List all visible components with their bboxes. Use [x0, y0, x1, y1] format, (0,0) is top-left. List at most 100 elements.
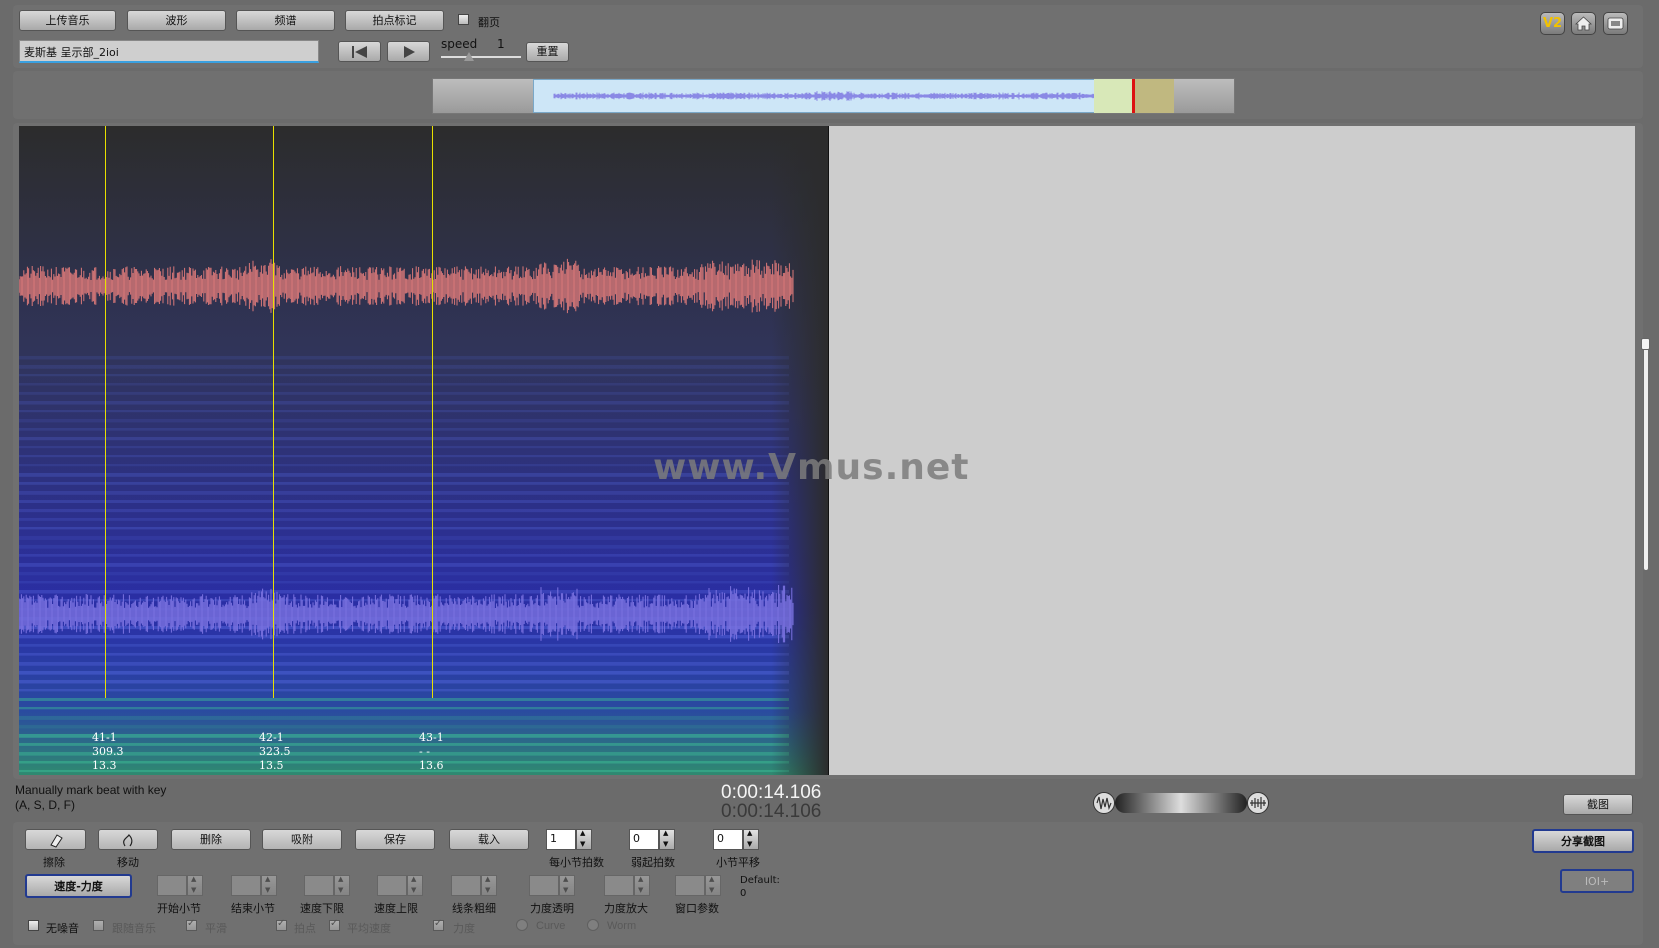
move-button[interactable] [98, 829, 158, 850]
end-bar-arrows[interactable] [261, 875, 277, 896]
beat-line[interactable] [273, 126, 274, 698]
speed-max-label: 速度上限 [374, 902, 418, 915]
hint-line-1: Manually mark beat with key [15, 783, 167, 797]
avg-speed-label: 平均速度 [347, 922, 391, 935]
beat-label: 42-1 323.5 13.5 [259, 731, 291, 773]
default-label: Default: [740, 875, 780, 886]
line-thickness-value[interactable] [451, 875, 481, 896]
speed-value: 1 [497, 37, 505, 51]
speed-min-arrows[interactable] [334, 875, 350, 896]
eraser-icon [49, 834, 63, 848]
start-bar-arrows[interactable] [187, 875, 203, 896]
beat-checkbox[interactable] [276, 918, 287, 931]
home-icon[interactable] [1571, 12, 1596, 35]
end-bar-value[interactable] [231, 875, 261, 896]
zoom-in-icon[interactable] [1247, 792, 1269, 814]
beat-bar-index: 43-1 [419, 731, 444, 744]
overview-waveform [553, 91, 1171, 101]
force-zoom-value[interactable] [604, 875, 634, 896]
line-thickness-arrows[interactable] [481, 875, 497, 896]
watermark: www.Vmus.net [653, 447, 970, 488]
bar-shift-label: 小节平移 [716, 856, 760, 869]
speed-min-value[interactable] [304, 875, 334, 896]
waveform-button[interactable]: 波形 [127, 10, 226, 31]
page-turn-checkbox[interactable] [458, 14, 469, 25]
speed-slider-track [441, 56, 521, 58]
overview-selection[interactable] [533, 79, 1174, 113]
adsorb-button[interactable]: 吸附 [262, 829, 342, 850]
speed-slider-thumb[interactable] [463, 52, 474, 61]
spectrum-button[interactable]: 频谱 [236, 10, 335, 31]
upbeat-value[interactable]: 0 [629, 829, 659, 850]
delete-button[interactable]: 删除 [171, 829, 251, 850]
beats-per-bar-value[interactable]: 1 [546, 829, 576, 850]
default-value: 0 [740, 888, 747, 899]
speed-force-mode-button[interactable]: 速度-力度 [25, 874, 132, 898]
vertical-scrollbar[interactable] [1644, 345, 1648, 570]
upbeat-arrows[interactable] [659, 829, 675, 850]
ioi-button[interactable]: IOI+ [1560, 869, 1634, 893]
no-noise-checkbox[interactable] [28, 920, 39, 931]
beat-tempo: - - [419, 745, 430, 758]
save-button[interactable]: 保存 [355, 829, 435, 850]
beat-line[interactable] [432, 126, 433, 698]
speed-max-arrows[interactable] [407, 875, 423, 896]
force-transparency-arrows[interactable] [559, 875, 575, 896]
page-turn-label: 翻页 [478, 16, 500, 29]
start-bar-label: 开始小节 [157, 902, 201, 915]
zoom-control[interactable] [1093, 792, 1269, 814]
play-icon [403, 46, 415, 58]
beat-label: 43-1 - - 13.6 [419, 731, 444, 773]
worm-label: Worm [607, 920, 637, 932]
window-param-value[interactable] [675, 875, 705, 896]
force-checkbox[interactable] [433, 918, 444, 931]
screenshot-button[interactable]: 截图 [1563, 794, 1633, 815]
curve-label: Curve [536, 920, 566, 932]
speed-max-value[interactable] [377, 875, 407, 896]
v2-icon-text: V2 [1542, 16, 1563, 31]
force-transparency-value[interactable] [529, 875, 559, 896]
load-button[interactable]: 载入 [449, 829, 529, 850]
hint-line-2: (A, S, D, F) [15, 798, 75, 812]
share-screenshot-button[interactable]: 分享截图 [1532, 829, 1634, 853]
overview-end-block [1135, 79, 1174, 113]
no-noise-label: 无噪音 [46, 922, 79, 935]
speed-min-label: 速度下限 [300, 902, 344, 915]
follow-music-checkbox[interactable] [93, 920, 104, 931]
upload-music-button[interactable]: 上传音乐 [19, 10, 116, 31]
window-param-arrows[interactable] [705, 875, 721, 896]
beats-per-bar-arrows[interactable] [576, 829, 592, 850]
bar-shift-arrows[interactable] [743, 829, 759, 850]
zoom-out-icon[interactable] [1093, 792, 1115, 814]
play-button[interactable] [387, 41, 430, 62]
speed-slider[interactable] [441, 52, 521, 64]
avg-speed-checkbox[interactable] [329, 918, 340, 931]
file-name-field[interactable]: 麦斯基 呈示部_2ioi [19, 40, 319, 63]
reset-button[interactable]: 重置 [526, 42, 569, 62]
force-transparency-label: 力度透明 [530, 902, 574, 915]
overview-strip[interactable] [432, 78, 1235, 114]
fullscreen-icon[interactable] [1603, 12, 1628, 35]
force-zoom-label: 力度放大 [604, 902, 648, 915]
beat-mark-button[interactable]: 拍点标记 [345, 10, 444, 31]
rewind-button[interactable] [338, 41, 381, 62]
scrollbar-handle[interactable] [1641, 338, 1650, 350]
v2-icon[interactable]: V2 [1540, 12, 1565, 35]
start-bar-value[interactable] [157, 875, 187, 896]
force-zoom-arrows[interactable] [634, 875, 650, 896]
overview-window[interactable] [1094, 79, 1134, 113]
beat-bar-index: 41-1 [92, 731, 117, 744]
zoom-track[interactable] [1115, 793, 1247, 813]
beat-label: 41-1 309.3 13.3 [92, 731, 124, 773]
erase-button[interactable] [25, 829, 86, 850]
beat-time: 13.6 [419, 759, 444, 772]
end-bar-label: 结束小节 [231, 902, 275, 915]
beat-tempo: 309.3 [92, 745, 124, 758]
move-icon [123, 834, 133, 847]
beat-line[interactable] [105, 126, 106, 698]
curve-radio[interactable] [516, 919, 528, 931]
bar-shift-value[interactable]: 0 [713, 829, 743, 850]
worm-radio[interactable] [587, 919, 599, 931]
speed-label: speed [441, 37, 478, 51]
smooth-checkbox[interactable] [186, 918, 197, 931]
